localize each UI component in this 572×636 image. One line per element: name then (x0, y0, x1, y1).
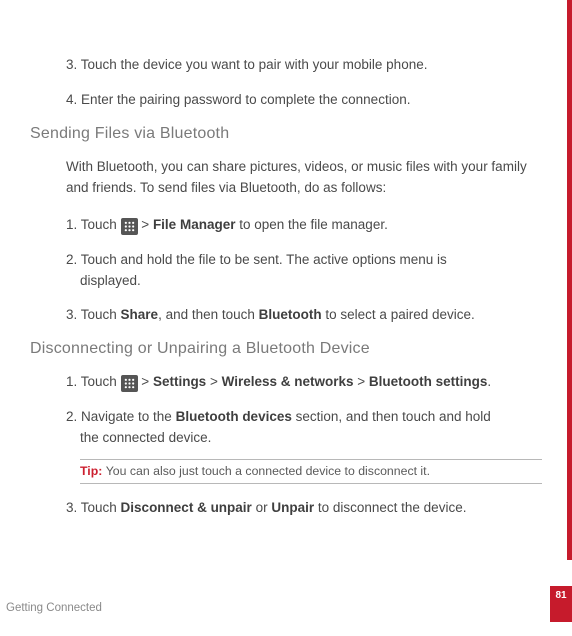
text: 1. Touch (66, 217, 121, 232)
footer-section-title: Getting Connected (6, 602, 102, 614)
text: . (487, 374, 491, 389)
wireless-networks-label: Wireless & networks (222, 374, 354, 389)
text: the connected device. (80, 428, 542, 449)
page-number-tab: 81 (550, 586, 572, 622)
share-label: Share (121, 307, 159, 322)
sending-step-3: 3. Touch Share, and then touch Bluetooth… (66, 305, 542, 326)
sending-step-2: 2. Touch and hold the file to be sent. T… (66, 250, 542, 292)
bluetooth-devices-label: Bluetooth devices (176, 409, 292, 424)
tip-note: Tip: You can also just touch a connected… (80, 459, 542, 484)
disconnect-step-3: 3. Touch Disconnect & unpair or Unpair t… (66, 498, 542, 519)
pair-step-3: 3. Touch the device you want to pair wit… (66, 55, 542, 76)
page-content: 3. Touch the device you want to pair wit… (0, 0, 572, 519)
bluetooth-settings-label: Bluetooth settings (369, 374, 488, 389)
text: displayed. (80, 271, 542, 292)
disconnect-step-2: 2. Navigate to the Bluetooth devices sec… (66, 407, 542, 449)
tip-text: You can also just touch a connected devi… (106, 464, 430, 478)
heading-disconnecting: Disconnecting or Unpairing a Bluetooth D… (30, 340, 542, 358)
unpair-label: Unpair (271, 500, 314, 515)
file-manager-label: File Manager (153, 217, 236, 232)
text: , and then touch (158, 307, 259, 322)
side-accent-bar (567, 0, 572, 560)
text: to select a paired device. (322, 307, 475, 322)
text: 2. Navigate to the (66, 409, 176, 424)
text: 1. Touch (66, 374, 121, 389)
bluetooth-label: Bluetooth (259, 307, 322, 322)
sending-intro: With Bluetooth, you can share pictures, … (66, 157, 542, 199)
disconnect-step-1: 1. Touch > Settings > Wireless & network… (66, 372, 542, 393)
heading-sending-files: Sending Files via Bluetooth (30, 125, 542, 143)
text: > (138, 374, 153, 389)
text: 3. Touch (66, 500, 121, 515)
text: or (252, 500, 272, 515)
tip-label: Tip: (80, 464, 106, 478)
settings-label: Settings (153, 374, 206, 389)
text: section, and then touch and hold (292, 409, 491, 424)
text: 3. Touch (66, 307, 121, 322)
apps-grid-icon (121, 375, 138, 392)
text: > (138, 217, 153, 232)
disconnect-unpair-label: Disconnect & unpair (121, 500, 252, 515)
pair-step-4: 4. Enter the pairing password to complet… (66, 90, 542, 111)
text: 2. Touch and hold the file to be sent. T… (66, 252, 447, 267)
text: > (354, 374, 369, 389)
text: to open the file manager. (235, 217, 387, 232)
text: > (206, 374, 221, 389)
apps-grid-icon (121, 218, 138, 235)
text: to disconnect the device. (314, 500, 466, 515)
sending-step-1: 1. Touch > File Manager to open the file… (66, 215, 542, 236)
